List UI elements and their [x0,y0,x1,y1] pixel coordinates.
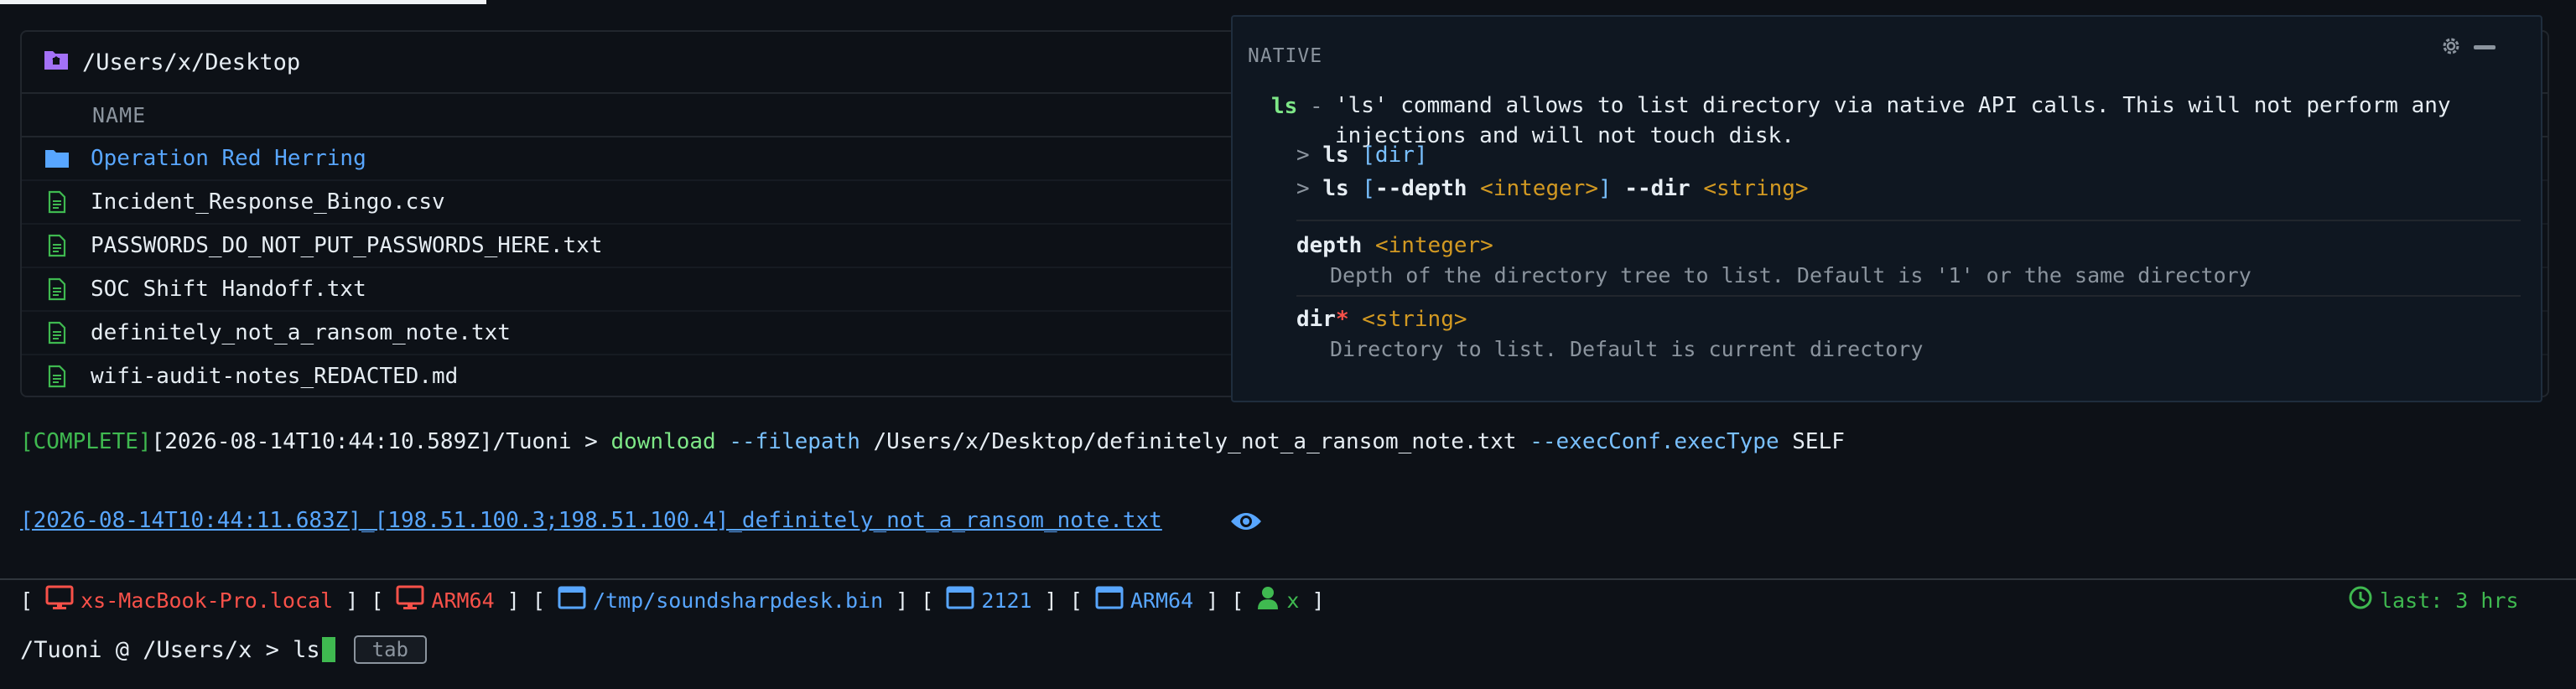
list-item-label: Operation Red Herring [91,146,366,171]
command-help-popover: NATIVE ls - 'ls' command allows to list … [1231,15,2542,402]
usage-arg: [dir] [1362,142,1428,168]
list-item-label: wifi-audit-notes_REDACTED.md [91,364,459,389]
file-icon [42,187,72,217]
minimize-icon[interactable] [2474,45,2496,49]
usage-line[interactable]: > ls [dir] [1296,142,1428,168]
current-path: /Users/x/Desktop [82,49,301,75]
help-description: 'ls' command allows to list directory vi… [1335,91,2509,151]
tab-hint-key[interactable]: tab [353,635,427,664]
usage-flag: --dir [1624,176,1690,201]
process-id[interactable]: 2121 [981,588,1031,613]
help-description-line: injections and will not touch disk. [1335,123,1794,148]
clock-icon [2348,585,2373,615]
prompt-text: /Tuoni @ /Users/x > [20,636,293,663]
usage-type: <integer> [1480,176,1599,201]
param-type: <string> [1362,307,1467,332]
param-description: Depth of the directory tree to list. Def… [1330,263,2251,288]
command-input[interactable]: ls [293,637,320,663]
command-value: SELF [1779,429,1845,454]
process-arch[interactable]: ARM64 [1130,588,1193,613]
help-description-line: 'ls' command allows to list directory vi… [1335,93,2451,118]
help-command-name: ls [1271,94,1298,119]
status-bar-items: [ xs-MacBook-Pro.local ] [ ARM64 ] [ /tm… [20,585,1325,615]
terminal-output-line: [COMPLETE][2026-08-14T10:44:10.589Z]/Tuo… [20,429,1845,454]
divider [1296,295,2521,297]
command-prompt[interactable]: /Tuoni @ /Users/x > ls tab [20,635,427,664]
last-seen-text: last: 3 hrs [2380,588,2519,613]
eye-icon[interactable] [1229,510,1263,539]
folder-icon [44,49,69,76]
usage-bracket: [ [1362,176,1375,201]
param-dir: dir* <string> [1296,307,1467,332]
list-item-label: definitely_not_a_ransom_note.txt [91,320,511,345]
gear-icon[interactable] [2440,35,2462,63]
folder-icon [42,143,72,174]
computer-icon [45,585,74,615]
terminal-prompt: /Tuoni > [492,429,611,454]
param-depth: depth <integer> [1296,233,1493,258]
window-icon [946,585,974,615]
usage-bracket: ] [1598,176,1612,201]
usage-line[interactable]: > ls [--depth <integer>] --dir <string> [1296,176,1809,201]
usage-command: ls [1322,142,1349,168]
process-path[interactable]: /tmp/soundsharpdesk.bin [593,588,883,613]
top-progress-bar [0,0,486,4]
file-icon [42,231,72,261]
timestamp: [2026-08-14T10:44:10.589Z] [151,429,493,454]
user-icon [1256,585,1280,615]
last-seen: last: 3 hrs [2348,585,2519,615]
hostname[interactable]: xs-MacBook-Pro.local [80,588,333,613]
command-name: download [610,429,716,454]
usage-type: <string> [1703,176,1809,201]
usage-command: ls [1322,176,1349,201]
text-cursor [321,637,335,662]
param-name: depth [1296,233,1363,258]
usage-flag: --depth [1374,176,1467,201]
download-link[interactable]: [2026-08-14T10:44:11.683Z]_[198.51.100.3… [20,508,1162,533]
param-name: dir [1296,307,1336,332]
list-item-label: SOC Shift Handoff.txt [91,277,366,302]
username[interactable]: x [1286,588,1299,613]
list-item-label: PASSWORDS_DO_NOT_PUT_PASSWORDS_HERE.txt [91,233,603,258]
file-icon [42,274,72,304]
computer-icon [396,585,424,615]
command-flag: --execConf.execType [1530,429,1779,454]
command-flag: --filepath [729,429,860,454]
usage-arrow: > [1296,142,1310,168]
param-type: <integer> [1374,233,1493,258]
command-value: /Users/x/Desktop/definitely_not_a_ransom… [860,429,1530,454]
file-icon [42,361,72,391]
window-icon [558,585,586,615]
param-description: Directory to list. Default is current di… [1330,337,1924,361]
command-type-badge: NATIVE [1248,45,1323,67]
window-icon [1095,585,1124,615]
file-icon [42,318,72,348]
status-complete: [COMPLETE] [20,429,152,454]
os-arch[interactable]: ARM64 [431,588,494,613]
help-dash: - [1310,94,1323,119]
param-required-marker: * [1335,307,1349,332]
usage-arrow: > [1296,176,1310,201]
divider [1296,220,2521,221]
list-item-label: Incident_Response_Bingo.csv [91,189,445,215]
status-bar: [ xs-MacBook-Pro.local ] [ ARM64 ] [ /tm… [0,578,2576,619]
